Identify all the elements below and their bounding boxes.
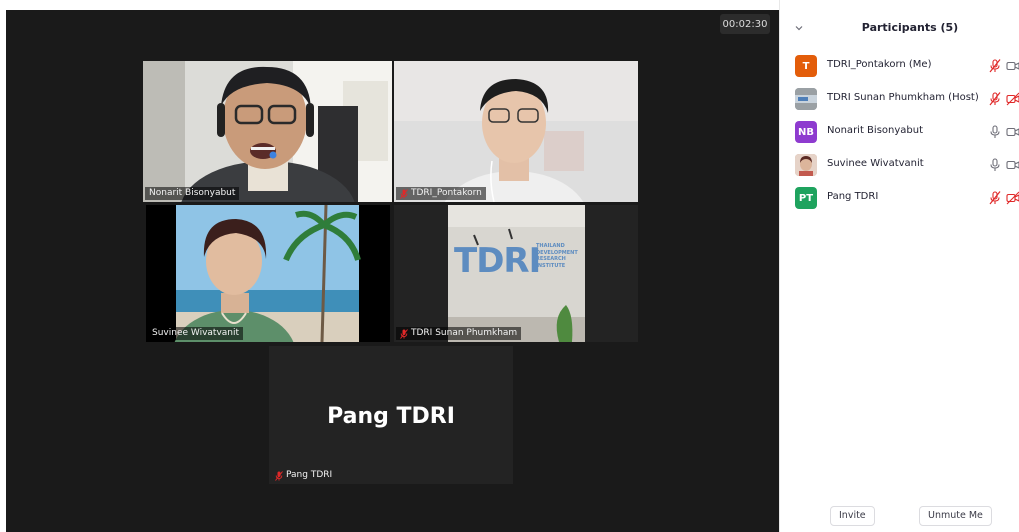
participant-name: Pang TDRI [827, 191, 879, 202]
muted-mic-icon [400, 188, 408, 199]
name-tag: Suvinee Wivatvanit [148, 327, 244, 340]
name-tag: TDRI Sunan Phumkham [396, 327, 522, 340]
participant-row[interactable]: Suvinee Wivatvanit [780, 149, 1019, 182]
video-tile-suvinee[interactable]: Suvinee Wivatvanit [146, 205, 390, 342]
meeting-timer: 00:02:30 [720, 14, 770, 34]
participant-row[interactable]: T TDRI_Pontakorn (Me) [780, 50, 1019, 83]
chevron-down-icon[interactable] [792, 21, 806, 35]
avatar-photo [795, 154, 817, 176]
participant-name-label: TDRI Sunan Phumkham [411, 328, 518, 338]
avatar [795, 154, 817, 176]
video-muted-icon[interactable] [1006, 92, 1019, 106]
avatar [795, 88, 817, 110]
participant-row[interactable]: PT Pang TDRI [780, 182, 1019, 215]
video-off-icon[interactable] [1006, 59, 1019, 73]
avatar-initials: T [802, 60, 810, 72]
video-tile-pang[interactable]: Pang TDRI Pang TDRI [269, 346, 513, 484]
participant-row[interactable]: NB Nonarit Bisonyabut [780, 116, 1019, 149]
video-off-icon[interactable] [1006, 125, 1019, 139]
tdri-wall-text: THAILAND DEVELOPMENT RESEARCH INSTITUTE [536, 243, 578, 269]
name-tag: Nonarit Bisonyabut [145, 187, 240, 200]
video-off-icon[interactable] [1006, 158, 1019, 172]
muted-mic-icon[interactable] [988, 91, 1002, 107]
participant-name: Suvinee Wivatvanit [827, 158, 924, 169]
participant-row[interactable]: TDRI Sunan Phumkham (Host) [780, 83, 1019, 116]
participant-name-label: Nonarit Bisonyabut [149, 188, 236, 198]
muted-mic-icon [275, 470, 283, 481]
video-feed-suvinee [146, 205, 390, 342]
video-tile-sunan[interactable]: TDRI THAILAND DEVELOPMENT RESEARCH INSTI… [394, 205, 638, 342]
video-feed-pontakorn [394, 61, 638, 202]
participants-panel-title: Participants (5) [861, 21, 959, 34]
video-tile-nonarit[interactable]: Nonarit Bisonyabut [143, 61, 392, 202]
video-area: 00:02:30 Nonarit Bisonyabut TDRI_Pontako… [0, 0, 779, 532]
participants-panel: Participants (5) T TDRI_Pontakorn (Me) T… [779, 0, 1019, 532]
participant-name: TDRI Sunan Phumkham (Host) [827, 92, 979, 103]
unmute-me-button[interactable]: Unmute Me [919, 506, 992, 526]
avatar: PT [795, 187, 817, 209]
muted-mic-icon[interactable] [988, 190, 1002, 206]
invite-button[interactable]: Invite [830, 506, 875, 526]
name-tag: TDRI_Pontakorn [396, 187, 486, 200]
participant-name: TDRI_Pontakorn (Me) [827, 59, 932, 70]
video-tile-pontakorn[interactable]: TDRI_Pontakorn [394, 61, 638, 202]
participant-name: Nonarit Bisonyabut [827, 125, 924, 136]
muted-mic-icon[interactable] [988, 58, 1002, 74]
tdri-wall-logo: TDRI [454, 241, 541, 281]
video-feed-nonarit [143, 61, 392, 202]
video-muted-icon[interactable] [1006, 191, 1019, 205]
muted-mic-icon [400, 328, 408, 339]
avatar-initials: PT [798, 192, 814, 204]
mic-icon[interactable] [988, 124, 1002, 140]
participant-name-label: Suvinee Wivatvanit [152, 328, 240, 338]
avatar-initials: NB [798, 126, 814, 138]
avatar: NB [795, 121, 817, 143]
avatar-photo [795, 88, 817, 110]
name-tag: Pang TDRI [271, 469, 336, 482]
participant-big-name: Pang TDRI [327, 404, 455, 429]
participants-list: T TDRI_Pontakorn (Me) TDRI Sunan Phumkha… [780, 50, 1019, 215]
participants-panel-header: Participants (5) [780, 16, 1019, 40]
participant-name-label: TDRI_Pontakorn [411, 188, 482, 198]
participant-name-label: Pang TDRI [286, 470, 333, 480]
mic-icon[interactable] [988, 157, 1002, 173]
avatar: T [795, 55, 817, 77]
